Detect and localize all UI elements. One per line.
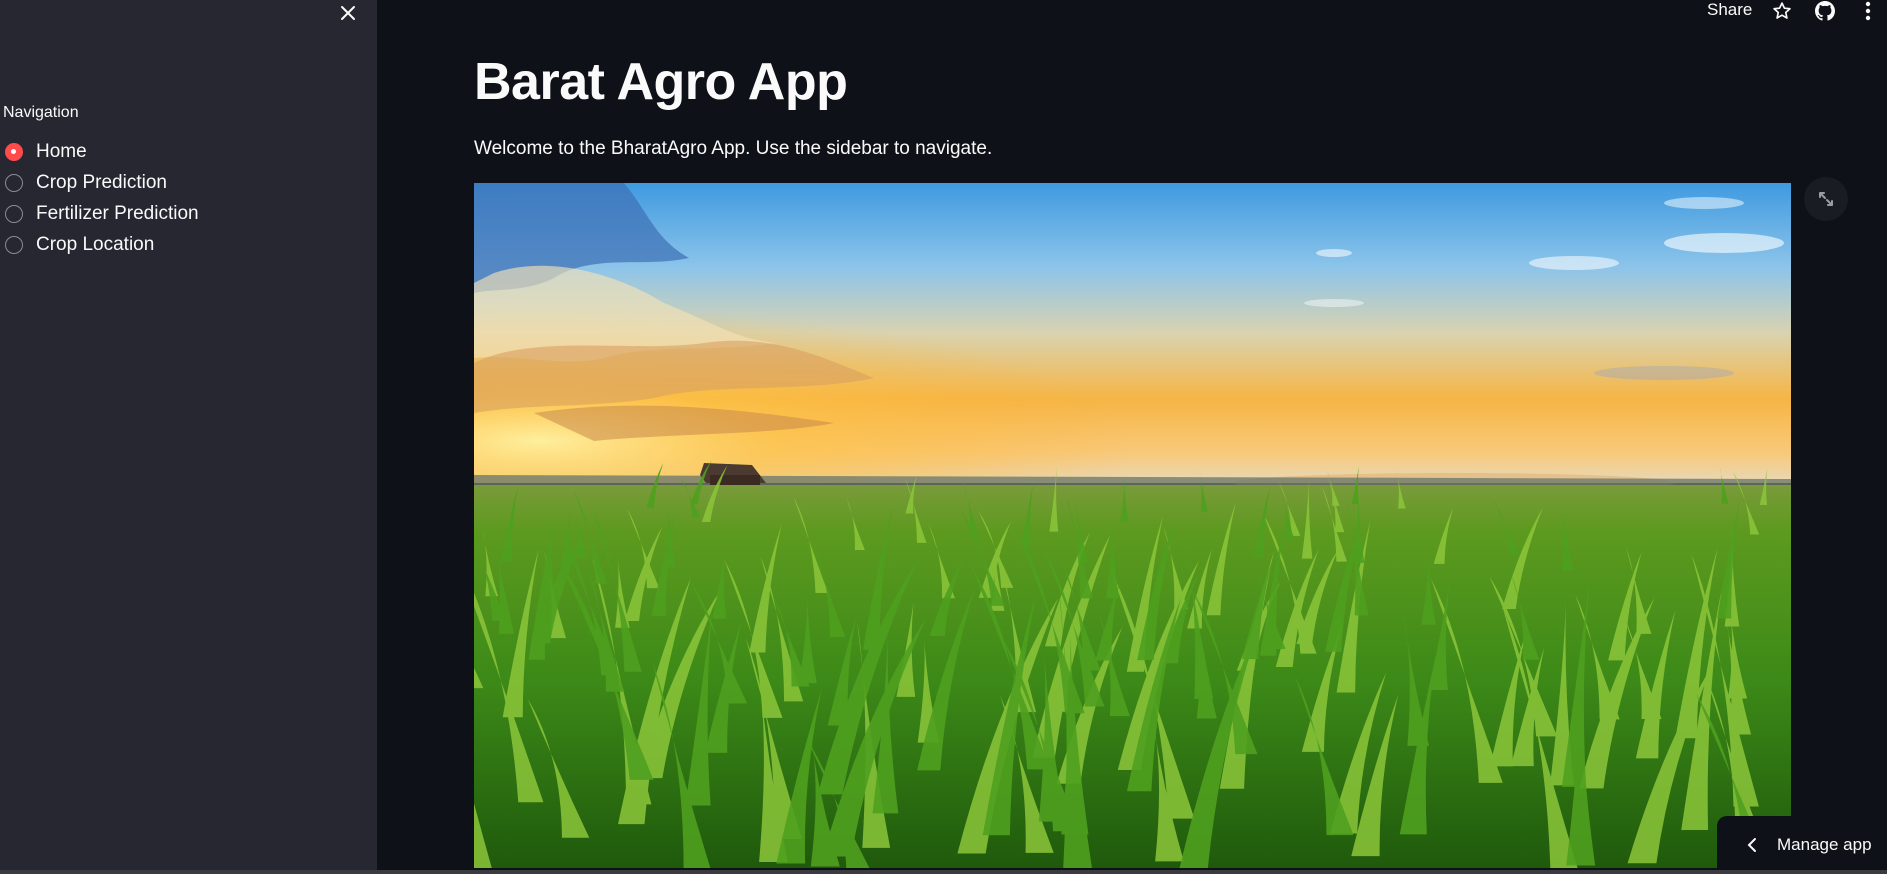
more-vertical-icon <box>1865 1 1871 21</box>
main-menu-button[interactable] <box>1857 0 1879 22</box>
nav-item-crop-location[interactable]: Crop Location <box>5 229 199 260</box>
sidebar: Navigation Home Crop Prediction Fertiliz… <box>0 0 377 874</box>
github-button[interactable] <box>1814 0 1836 22</box>
nav-item-fertilizer-prediction[interactable]: Fertilizer Prediction <box>5 198 199 229</box>
nav-item-home[interactable]: Home <box>5 136 199 167</box>
nav-item-label: Crop Prediction <box>36 171 167 193</box>
nav-item-label: Home <box>36 140 87 162</box>
nav-item-label: Crop Location <box>36 233 155 255</box>
navigation-label: Navigation <box>3 104 79 121</box>
radio-selected-icon <box>5 142 23 161</box>
nav-item-label: Fertilizer Prediction <box>36 202 199 224</box>
star-button[interactable] <box>1771 0 1793 22</box>
manage-app-button[interactable]: Manage app <box>1717 816 1887 874</box>
share-button[interactable]: Share <box>1707 0 1752 20</box>
radio-unselected-icon <box>5 173 23 192</box>
close-sidebar-button[interactable] <box>337 0 359 26</box>
cornfield-image <box>474 183 1791 868</box>
chevron-left-icon <box>1747 837 1757 853</box>
fullscreen-button[interactable] <box>1804 177 1848 221</box>
star-icon <box>1773 2 1791 19</box>
nav-item-crop-prediction[interactable]: Crop Prediction <box>5 167 199 198</box>
github-icon <box>1815 1 1835 21</box>
navigation-radio-group: Home Crop Prediction Fertilizer Predicti… <box>5 136 199 260</box>
expand-icon <box>1819 192 1833 206</box>
manage-app-label: Manage app <box>1777 835 1872 854</box>
radio-unselected-icon <box>5 235 23 254</box>
bottom-border <box>0 870 1887 874</box>
welcome-text: Welcome to the BharatAgro App. Use the s… <box>474 138 993 159</box>
radio-unselected-icon <box>5 204 23 223</box>
close-icon <box>341 6 355 20</box>
page-title: Barat Agro App <box>474 53 848 111</box>
